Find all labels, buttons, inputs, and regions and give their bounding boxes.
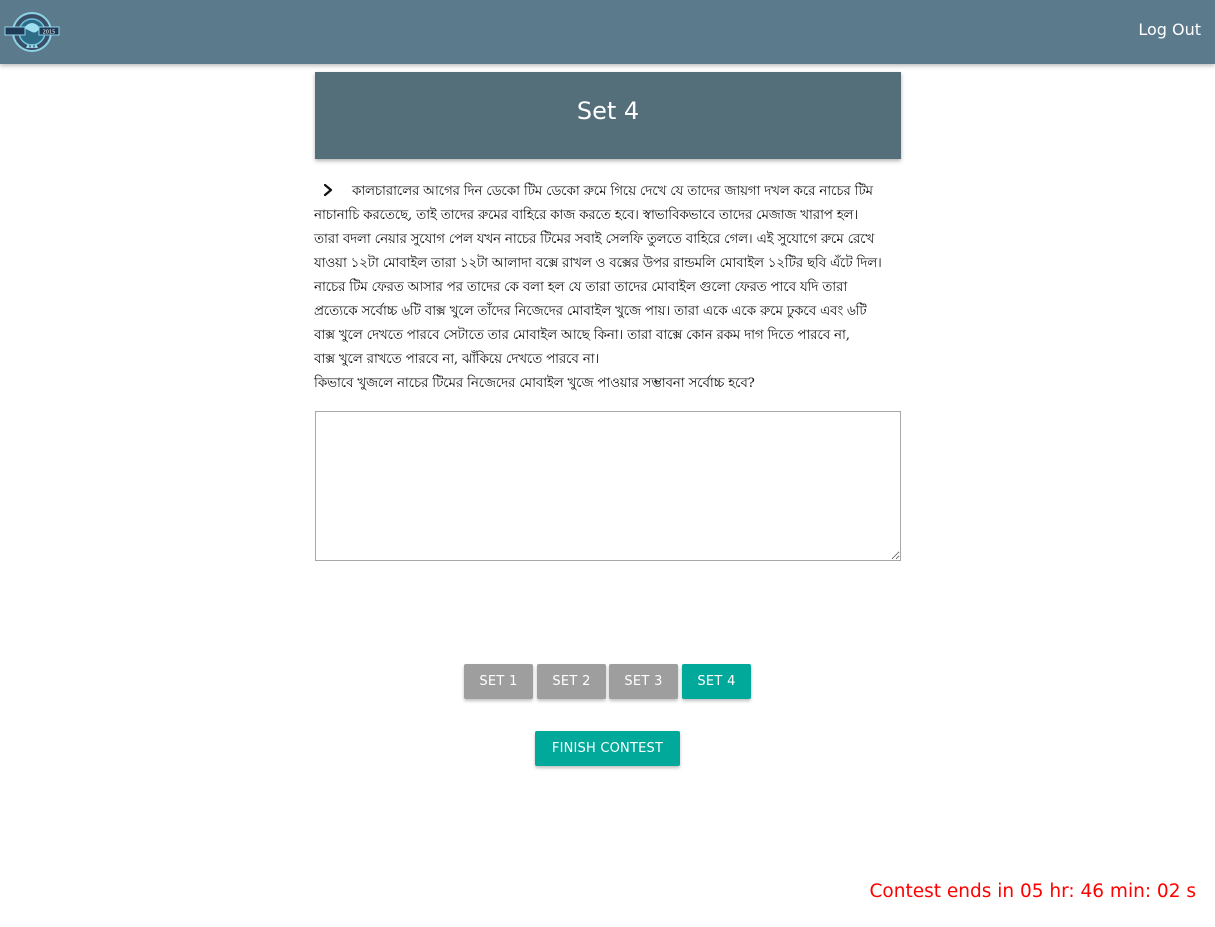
question-line: কালচারালের আগের দিন ডেকো টিম ডেকো রুমে গ… [314,180,904,204]
logout-link[interactable]: Log Out [1138,20,1201,39]
set-title: Set 4 [576,97,640,125]
question-line: নাচের টিম ফেরত আসার পর তাদের কে বলা হল য… [314,280,847,295]
set-3-button[interactable]: SET 3 [609,664,678,699]
svg-text:2015: 2015 [43,30,56,36]
question-line: তারা বদলা নেয়ার সুযোগ পেল যখন নাচের টিম… [314,232,875,247]
set-4-button[interactable]: SET 4 [682,664,751,699]
set-1-button[interactable]: SET 1 [464,664,533,699]
top-navbar: 2015 ▴▴▴ Log Out [0,0,1215,64]
contest-timer: Contest ends in 05 hr: 46 min: 02 s [869,881,1196,902]
set-title-card: Set 4 [315,72,901,159]
finish-contest-button[interactable]: FINISH CONTEST [535,731,680,766]
question-line: নাচানাচি করতেছে, তাই তাদের রুমের বাহিরে … [314,208,858,223]
site-logo[interactable]: 2015 ▴▴▴ [2,10,62,54]
svg-text:▴▴▴: ▴▴▴ [26,41,38,50]
question-prompt: কিভাবে খুজলে নাচের টিমের নিজেদের মোবাইল … [314,376,755,391]
answer-textarea[interactable] [315,411,901,561]
question-text: কালচারালের আগের দিন ডেকো টিম ডেকো রুমে গ… [314,180,904,396]
question-line: প্রত্যেকে সর্বোচ্চ ৬টি বাক্স খুলে তাঁদের… [314,304,867,319]
question-line: বাক্স খুলে দেখতে পারবে সেটাতে তার মোবাইল… [314,328,850,343]
question-line: যাওয়া ১২টা মোবাইল তারা ১২টা আলাদা বক্সে… [314,256,882,271]
set-2-button[interactable]: SET 2 [537,664,606,699]
chevron-right-icon [323,183,333,197]
question-line: বাক্স খুলে রাখতে পারবে না, ঝাঁকিয়ে দেখত… [314,352,599,367]
